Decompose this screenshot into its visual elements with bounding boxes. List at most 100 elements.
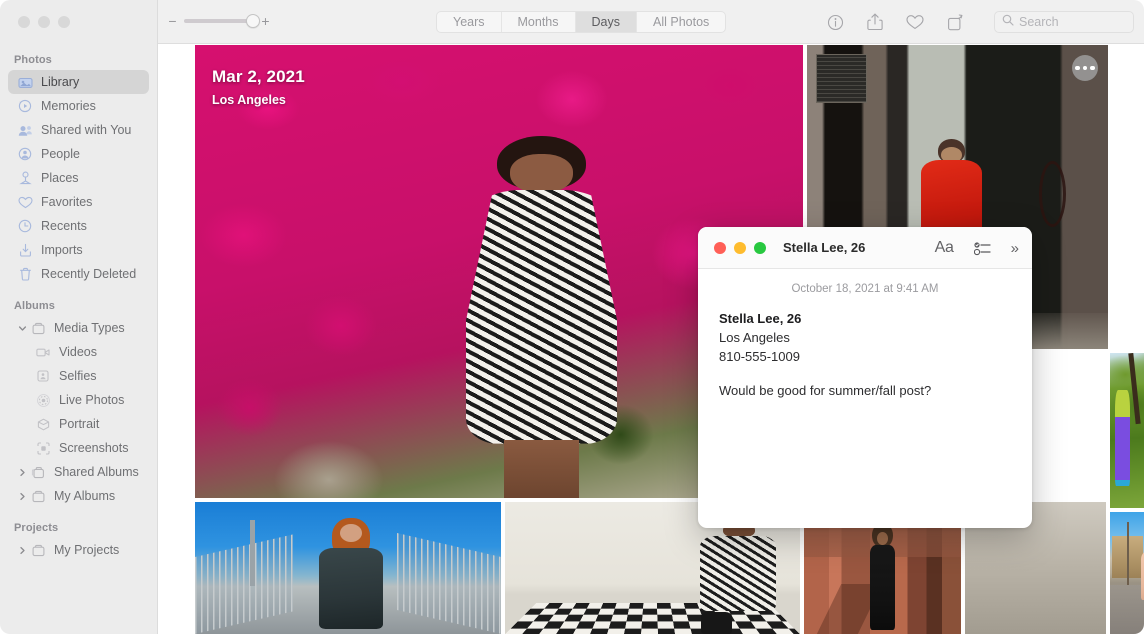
- sidebar-item-live-photos[interactable]: Live Photos: [8, 388, 149, 412]
- sidebar-item-recently-deleted[interactable]: Recently Deleted: [8, 262, 149, 286]
- sidebar-item-selfies[interactable]: Selfies: [8, 364, 149, 388]
- photo-more-options-button[interactable]: [1072, 55, 1098, 81]
- sidebar-item-shared-albums[interactable]: Shared Albums: [8, 460, 149, 484]
- window-traffic-lights: [18, 16, 70, 28]
- clock-icon: [16, 218, 34, 234]
- toolbar-actions: [822, 9, 968, 35]
- tab-months[interactable]: Months: [502, 12, 576, 32]
- notes-window-title: Stella Lee, 26: [783, 240, 866, 255]
- chevron-right-icon[interactable]: [16, 492, 28, 501]
- sidebar-item-label: Screenshots: [59, 441, 129, 455]
- sidebar-item-label: Selfies: [59, 369, 97, 383]
- sidebar-item-my-albums[interactable]: My Albums: [8, 484, 149, 508]
- close-button[interactable]: [18, 16, 30, 28]
- zoom-slider[interactable]: − +: [168, 14, 270, 28]
- favorite-icon[interactable]: [902, 9, 928, 35]
- rotate-icon[interactable]: [942, 9, 968, 35]
- chevron-right-icon[interactable]: [16, 468, 28, 477]
- sidebar-item-label: My Albums: [54, 489, 116, 503]
- sidebar-item-shared-with-you[interactable]: Shared with You: [8, 118, 149, 142]
- notes-body[interactable]: October 18, 2021 at 9:41 AM Stella Lee, …: [698, 269, 1032, 400]
- sidebar-section-projects-header: Projects: [14, 522, 59, 534]
- notes-popup-window[interactable]: Stella Lee, 26 Aa » October 18, 2021 at …: [698, 227, 1032, 528]
- view-mode-segmented-control[interactable]: Years Months Days All Photos: [436, 11, 727, 33]
- import-icon: [16, 242, 34, 258]
- sidebar-item-favorites[interactable]: Favorites: [8, 190, 149, 214]
- video-icon: [34, 344, 52, 360]
- zoom-in-icon[interactable]: +: [261, 14, 270, 28]
- sidebar-item-label: Shared with You: [41, 123, 132, 137]
- notes-note-text: Would be good for summer/fall post?: [719, 383, 932, 398]
- people-icon: [16, 146, 34, 162]
- sidebar-item-places[interactable]: Places: [8, 166, 149, 190]
- expand-icon[interactable]: »: [1011, 240, 1019, 257]
- sidebar-scroll[interactable]: Photos Library Memories Shared with You …: [0, 48, 157, 634]
- photo-subject: [463, 135, 621, 498]
- notes-timestamp: October 18, 2021 at 9:41 AM: [791, 283, 939, 295]
- notes-minimize-button[interactable]: [734, 241, 746, 254]
- screenshot-icon: [34, 440, 52, 456]
- shared-with-you-icon: [16, 122, 34, 138]
- live-photo-icon: [34, 392, 52, 408]
- notes-titlebar: Stella Lee, 26 Aa »: [698, 227, 1032, 269]
- photo-street[interactable]: [1110, 512, 1144, 634]
- sidebar-item-label: Imports: [41, 243, 83, 257]
- sidebar-item-label: Shared Albums: [54, 465, 139, 479]
- sidebar-item-media-types[interactable]: Media Types: [8, 316, 149, 340]
- sidebar-section-albums-header: Albums: [14, 300, 55, 312]
- tab-all-photos[interactable]: All Photos: [637, 12, 725, 32]
- format-icon[interactable]: Aa: [935, 239, 954, 257]
- photo-bridge[interactable]: [195, 502, 501, 634]
- notes-close-button[interactable]: [714, 241, 726, 254]
- sidebar-item-label: Live Photos: [59, 393, 125, 407]
- shared-folder-icon: [29, 464, 47, 480]
- sidebar-item-imports[interactable]: Imports: [8, 238, 149, 262]
- sidebar-item-label: Recents: [41, 219, 87, 233]
- day-header: Mar 2, 2021 Los Angeles: [212, 67, 305, 107]
- photo-subject: [699, 512, 777, 634]
- zoom-slider-thumb[interactable]: [246, 14, 260, 28]
- sidebar-item-recents[interactable]: Recents: [8, 214, 149, 238]
- chevron-right-icon[interactable]: [16, 546, 28, 555]
- sidebar-item-library[interactable]: Library: [8, 70, 149, 94]
- sidebar-item-videos[interactable]: Videos: [8, 340, 149, 364]
- day-header-date: Mar 2, 2021: [212, 67, 305, 86]
- notes-line: 810-555-1009: [719, 349, 800, 364]
- tab-years[interactable]: Years: [437, 12, 502, 32]
- zoom-out-icon[interactable]: −: [168, 14, 177, 28]
- heart-icon: [16, 194, 34, 210]
- sidebar-item-label: Memories: [41, 99, 96, 113]
- trash-icon: [16, 266, 34, 282]
- sidebar-item-my-projects[interactable]: My Projects: [8, 538, 149, 562]
- places-icon: [16, 170, 34, 186]
- chevron-down-icon[interactable]: [16, 324, 28, 333]
- share-icon[interactable]: [862, 9, 888, 35]
- folder-icon: [29, 542, 47, 558]
- sidebar-item-label: Places: [41, 171, 79, 185]
- notes-traffic-lights: [714, 241, 766, 254]
- checklist-icon[interactable]: [973, 241, 991, 256]
- sidebar-item-screenshots[interactable]: Screenshots: [8, 436, 149, 460]
- folder-icon: [29, 320, 47, 336]
- search-icon: [1002, 13, 1014, 31]
- memories-icon: [16, 98, 34, 114]
- zoom-slider-track[interactable]: [184, 14, 260, 28]
- portrait-icon: [34, 416, 52, 432]
- sidebar-item-people[interactable]: People: [8, 142, 149, 166]
- folder-icon: [29, 488, 47, 504]
- notes-line: Los Angeles: [719, 330, 790, 345]
- sidebar-item-label: Library: [41, 75, 80, 89]
- tab-days[interactable]: Days: [575, 12, 637, 32]
- sidebar-item-portrait[interactable]: Portrait: [8, 412, 149, 436]
- notes-spacer: [719, 366, 1011, 381]
- photos-app-window: Photos Library Memories Shared with You …: [0, 0, 1144, 634]
- maximize-button[interactable]: [58, 16, 70, 28]
- minimize-button[interactable]: [38, 16, 50, 28]
- day-header-location: Los Angeles: [212, 93, 286, 107]
- photo-green-garden[interactable]: [1110, 353, 1144, 508]
- info-icon[interactable]: [822, 9, 848, 35]
- search-field[interactable]: Search: [994, 11, 1134, 33]
- sidebar-item-memories[interactable]: Memories: [8, 94, 149, 118]
- notes-maximize-button[interactable]: [754, 241, 766, 254]
- sidebar-item-label: Recently Deleted: [41, 267, 137, 281]
